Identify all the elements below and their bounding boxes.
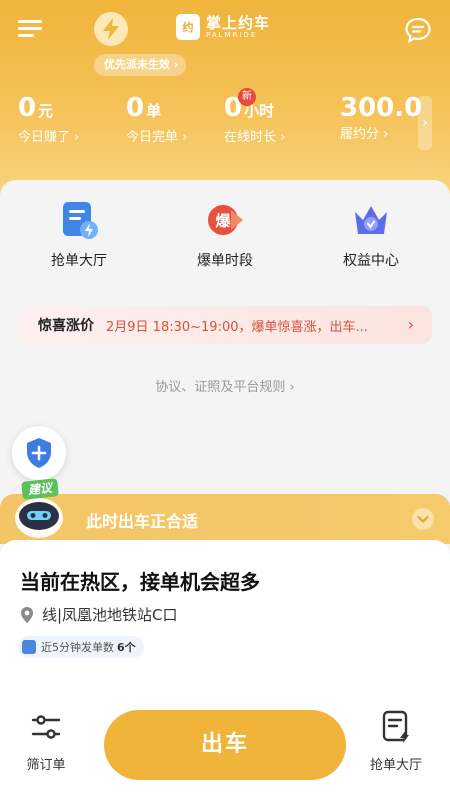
stat-earnings[interactable]: 0元 今日赚了 <box>18 92 79 147</box>
lightning-icon[interactable] <box>94 12 128 46</box>
logo-badge: 约 <box>176 14 200 40</box>
burst-icon: 爆 <box>205 200 245 240</box>
surge-promo-banner[interactable]: 惊喜涨价 2月9日 18:30~19:00，爆单惊喜涨，出车... › <box>18 306 432 344</box>
rules-link[interactable]: 协议、证照及平台规则 › <box>0 376 450 395</box>
order-hall-icon <box>59 200 99 240</box>
hot-zone-card: 当前在热区，接单机会超多 线|凤凰池地铁站C口 近5分钟发单数 6个 <box>0 540 450 700</box>
app-logo: 约 掌上约车 PALMRIDE <box>176 14 270 40</box>
start-driving-button[interactable]: 出车 <box>104 710 346 780</box>
message-icon[interactable] <box>404 16 432 44</box>
suggestion-text: 此时出车正合适 <box>86 512 199 531</box>
new-badge: 新 <box>238 88 256 106</box>
location-pin-icon <box>21 606 33 623</box>
quick-order-hall[interactable]: 抢单大厅 <box>24 200 134 270</box>
suggestion-tag: 建议 <box>21 478 59 500</box>
logo-subtitle: PALMRIDE <box>206 30 258 39</box>
order-count-icon <box>22 640 36 654</box>
stats-row: 0元 今日赚了 0单 今日完单 新 0小时 在线时长 300.0 履约分 <box>0 88 450 152</box>
shield-icon <box>27 438 51 468</box>
bottom-bar: 筛订单 出车 抢单大厅 <box>0 700 450 800</box>
crown-icon <box>351 200 391 240</box>
order-hall-tab[interactable]: 抢单大厅 <box>356 710 436 773</box>
quick-benefits-center[interactable]: 权益中心 <box>316 200 426 270</box>
logo-name: 掌上约车 <box>206 13 271 32</box>
priority-dispatch-pill[interactable]: 优先派未生效 › <box>94 54 187 76</box>
stat-fulfillment-score[interactable]: 300.0 履约分 <box>340 92 422 144</box>
stat-completed-orders[interactable]: 0单 今日完单 <box>126 92 187 147</box>
filter-orders-tab[interactable]: 筛订单 <box>6 710 86 773</box>
promo-text: 2月9日 18:30~19:00，爆单惊喜涨，出车... <box>106 319 368 335</box>
svg-text:爆: 爆 <box>215 212 231 230</box>
recent-orders-badge: 近5分钟发单数 6个 <box>18 636 144 658</box>
menu-icon[interactable] <box>18 18 44 40</box>
filter-icon <box>30 710 62 744</box>
order-hall-tab-icon <box>380 710 412 744</box>
quick-actions: 抢单大厅 爆 爆单时段 权益中心 <box>0 200 450 290</box>
stat-online-hours[interactable]: 新 0 小时 在线时长 <box>224 88 285 147</box>
top-bar: 约 掌上约车 PALMRIDE <box>0 10 450 50</box>
hot-zone-location: 线|凤凰池地铁站C口 <box>20 604 178 625</box>
chevron-down-icon[interactable] <box>412 508 434 530</box>
stats-more-arrow-icon[interactable]: › <box>418 96 432 150</box>
promo-arrow-icon: › <box>407 315 414 334</box>
quick-burst-period[interactable]: 爆 爆单时段 <box>170 200 280 270</box>
safety-shield-button[interactable] <box>12 426 66 480</box>
promo-title: 惊喜涨价 <box>38 318 94 334</box>
suggestion-bar[interactable]: 此时出车正合适 <box>0 494 450 544</box>
hot-zone-title: 当前在热区，接单机会超多 <box>20 570 260 594</box>
